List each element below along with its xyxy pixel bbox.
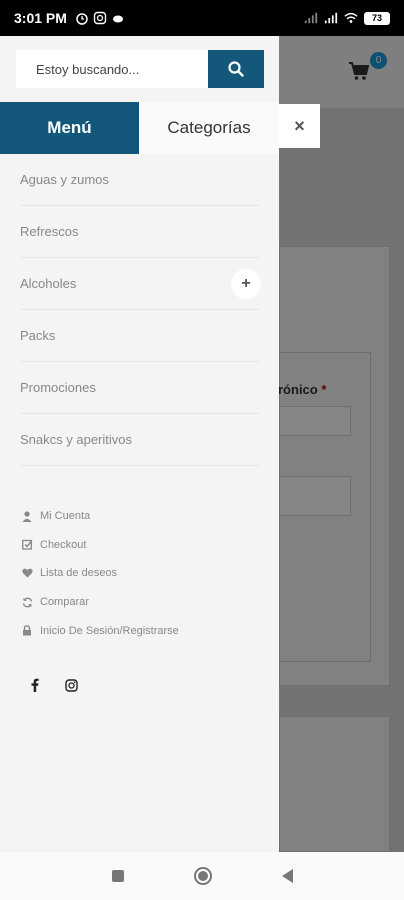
search-button[interactable] [208,50,264,88]
account-link-checkout[interactable]: Checkout [20,531,260,560]
refresh-icon [20,596,34,608]
checkbox-icon [20,539,34,551]
menu-item-refrescos[interactable]: Refrescos [20,206,259,258]
heart-icon [20,567,34,579]
account-link-label: Checkout [40,538,87,551]
menu-item-promociones[interactable]: Promociones [20,362,259,414]
search-input[interactable] [16,50,208,88]
signal-icon-2 [324,12,338,24]
search-icon [228,61,244,77]
close-drawer-button[interactable]: × [279,104,320,148]
menu-item-alcoholes[interactable]: Alcoholes + [20,258,261,310]
social-links [28,678,78,692]
account-link-label: Comparar [40,596,89,609]
instagram-notification-icon [93,11,107,25]
menu-item-label: Aguas y zumos [20,172,109,187]
close-icon: × [294,115,305,136]
search-bar [16,50,264,88]
recents-button[interactable] [111,870,124,882]
user-icon [20,510,34,522]
system-nav-bar [0,852,404,900]
side-drawer: Menú Categorías Aguas y zumos Refrescos … [0,36,279,852]
menu-item-label: Packs [20,328,56,343]
menu-item-snacks-y-aperitivos[interactable]: Snakcs y aperitivos [20,414,259,466]
account-link-label: Lista de deseos [40,567,118,580]
battery-icon: 73 [364,11,390,25]
drawer-tabs: Menú Categorías [0,102,279,154]
account-links: Mi Cuenta Checkout Lista de deseos Compa… [20,502,260,645]
menu-item-packs[interactable]: Packs [20,310,259,362]
status-time: 3:01 PM [14,10,67,26]
signal-icon [304,12,318,24]
menu-item-label: Snakcs y aperitivos [20,432,132,447]
menu-item-label: Refrescos [20,224,79,239]
expand-plus-icon[interactable]: + [231,269,261,299]
account-link-label: Inicio De Sesión/Registrarse [40,624,179,637]
account-link-lista-de-deseos[interactable]: Lista de deseos [20,559,260,588]
account-link-inicio-de-sesion[interactable]: Inicio De Sesión/Registrarse [20,616,260,645]
menu-item-label: Promociones [20,380,96,395]
instagram-icon[interactable] [64,678,78,692]
account-link-comparar[interactable]: Comparar [20,588,260,617]
app-notification-icon [112,15,123,23]
lock-icon [20,625,34,637]
account-link-label: Mi Cuenta [40,510,91,523]
back-button[interactable] [281,869,293,883]
alarm-icon [76,13,88,25]
status-bar: 3:01 PM 73 [0,0,404,36]
wifi-icon [344,12,358,23]
home-button[interactable] [193,867,212,885]
account-link-mi-cuenta[interactable]: Mi Cuenta [20,502,260,531]
menu-item-label: Alcoholes [20,276,77,291]
menu-item-aguas-y-zumos[interactable]: Aguas y zumos [20,154,259,206]
facebook-icon[interactable] [28,678,42,692]
tab-categorias[interactable]: Categorías [139,102,279,154]
menu-list: Aguas y zumos Refrescos Alcoholes + Pack… [0,154,279,466]
tab-menu[interactable]: Menú [0,102,139,154]
